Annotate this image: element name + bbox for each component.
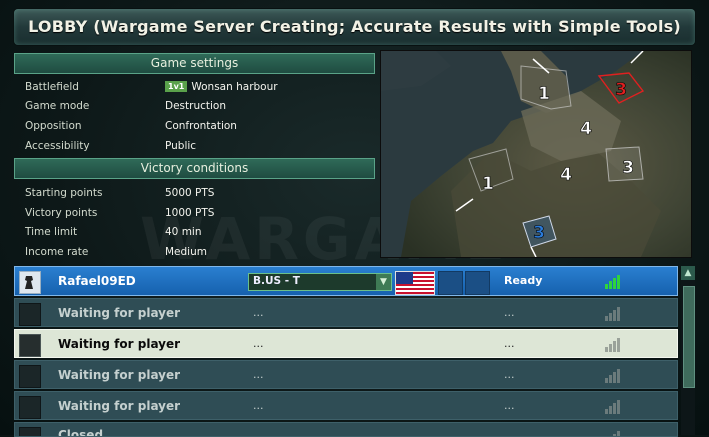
player-name: Waiting for player (58, 306, 181, 320)
player-deck: ... (253, 306, 264, 319)
player-deck: ... (253, 399, 264, 412)
player-name: Closed (58, 428, 104, 437)
player-list-scrollbar[interactable]: ▲ (681, 266, 695, 435)
player-name: Waiting for player (58, 337, 181, 351)
income-rate-row: Income rate Medium (24, 246, 364, 264)
victory-points-label: Victory points (25, 207, 98, 219)
player-slot-icon (19, 365, 41, 388)
player-status: ... (504, 306, 515, 319)
accessibility-row: Accessibility Public (24, 140, 364, 158)
time-limit-row: Time limit 40 min (24, 226, 364, 244)
deck-select-value: B.US - T (253, 275, 300, 287)
player-status: ... (504, 399, 515, 412)
player-name: Waiting for player (58, 399, 181, 413)
player-row[interactable]: Waiting for player ... ... (14, 360, 678, 389)
accessibility-label: Accessibility (25, 140, 90, 152)
income-rate-value[interactable]: Medium (165, 246, 207, 258)
map-zone-label: 1 (482, 174, 494, 194)
player-status: ... (504, 337, 515, 350)
player-row[interactable]: Waiting for player ... ... (14, 298, 678, 327)
deck-select[interactable]: B.US - T ▼ (248, 273, 392, 291)
map-zone-label: 3 (622, 158, 634, 178)
map-zone-label: 1 (538, 84, 550, 104)
game-mode-row: Game mode Destruction (24, 100, 364, 118)
player-row[interactable]: Waiting for player ... ... (14, 391, 678, 420)
battlefield-name: Wonsan harbour (191, 81, 278, 93)
signal-strength-icon (605, 431, 625, 436)
time-limit-value[interactable]: 40 min (165, 226, 202, 238)
chevron-down-icon[interactable]: ▼ (376, 274, 391, 290)
signal-strength-icon (605, 307, 625, 321)
player-list: Rafael09ED B.US - T ▼ Ready Waiting for … (14, 266, 678, 437)
victory-points-value[interactable]: 1000 PTS (165, 207, 214, 219)
opposition-row: Opposition Confrontation (24, 120, 364, 138)
income-rate-label: Income rate (25, 246, 89, 258)
opposition-label: Opposition (25, 120, 82, 132)
title-bar: LOBBY (Wargame Server Creating; Accurate… (14, 9, 695, 45)
scrollbar-thumb[interactable] (683, 286, 695, 388)
player-slot-icon (19, 396, 41, 419)
player-badge-icon (19, 271, 41, 294)
scroll-up-icon[interactable]: ▲ (681, 266, 695, 280)
map-zone-label: 4 (580, 119, 592, 139)
signal-strength-icon (605, 338, 625, 352)
player-option-button[interactable] (438, 271, 463, 295)
map-image: 1 3 4 4 3 1 3 (381, 51, 691, 257)
battlefield-label: Battlefield (25, 81, 79, 93)
opposition-value[interactable]: Confrontation (165, 120, 237, 132)
time-limit-label: Time limit (25, 226, 78, 238)
victory-conditions-header: Victory conditions (14, 158, 375, 179)
game-mode-label: Game mode (25, 100, 90, 112)
player-row-selected[interactable]: Waiting for player ... ... (14, 329, 678, 358)
accessibility-value[interactable]: Public (165, 140, 196, 152)
battlefield-value[interactable]: 1v1 Wonsan harbour (165, 81, 278, 93)
signal-strength-icon (605, 369, 625, 383)
starting-points-value[interactable]: 5000 PTS (165, 187, 214, 199)
victory-points-row: Victory points 1000 PTS (24, 207, 364, 225)
mode-1v1-badge: 1v1 (165, 81, 188, 92)
player-deck: ... (253, 337, 264, 350)
lobby-window: LOBBY (Wargame Server Creating; Accurate… (0, 0, 709, 437)
window-title: LOBBY (Wargame Server Creating; Accurate… (28, 17, 681, 36)
map-zone-label: 4 (560, 165, 572, 185)
starting-points-row: Starting points 5000 PTS (24, 187, 364, 205)
player-name: Rafael09ED (58, 274, 136, 288)
player-name: Waiting for player (58, 368, 181, 382)
player-slot-icon (19, 303, 41, 326)
map-zone-label: 3 (533, 223, 545, 243)
player-option-button[interactable] (465, 271, 490, 295)
player-row-host[interactable]: Rafael09ED B.US - T ▼ Ready (14, 266, 678, 296)
game-mode-value[interactable]: Destruction (165, 100, 226, 112)
us-flag-icon[interactable] (395, 271, 435, 295)
player-deck: ... (253, 368, 264, 381)
signal-strength-icon (605, 400, 625, 414)
player-slot-icon (19, 427, 41, 436)
battlefield-row: Battlefield 1v1 Wonsan harbour (24, 81, 364, 99)
starting-points-label: Starting points (25, 187, 103, 199)
signal-strength-icon (605, 275, 625, 289)
player-slot-icon (19, 334, 41, 357)
map-zone-label: 3 (615, 80, 627, 100)
battlefield-map[interactable]: 1 3 4 4 3 1 3 (380, 50, 692, 258)
player-status: Ready (504, 274, 543, 287)
player-status: ... (504, 368, 515, 381)
game-settings-header: Game settings (14, 53, 375, 74)
